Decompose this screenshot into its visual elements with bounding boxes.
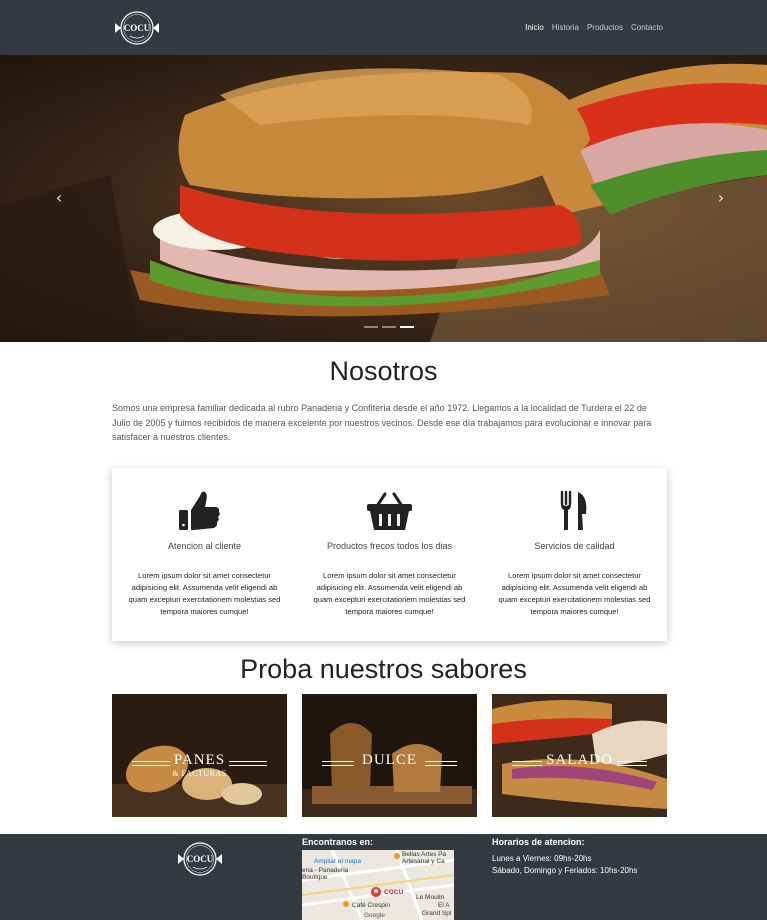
hero-sandwich-image [0,63,767,342]
embedded-map[interactable]: Ampliar el mapa Bellas Artes Pa Artesana… [302,850,454,920]
navbar: COCU Inicio Historia Productos Contacto [0,0,767,55]
sabores-title: Proba nuestros sabores [240,654,527,684]
hours-heading: Horarios de atencion: [492,837,585,847]
nav-inicio[interactable]: Inicio [525,23,544,32]
tile-label: PANES [173,752,226,768]
hero-carousel: ‹ › [0,55,767,342]
map-place: Bellas Artes Pa [402,851,447,858]
feature-text: Lorem ipsum dolor sit amet consectetur a… [128,571,281,616]
svg-text:COCU: COCU [124,23,151,33]
map-place: Café Crespin [352,902,390,909]
footer-logo[interactable]: COCU [178,841,222,877]
hours-weekends: Sábado, Domingo y Feriados: 10hs-20hs [492,866,638,875]
features-card: Atencion al cliente Lorem ipsum dolor si… [112,468,667,641]
map-enlarge-link[interactable]: Ampliar el mapa [314,858,361,865]
thumbs-up-icon [179,491,220,530]
tile-label: DULCE [362,752,417,768]
google-attribution: Google [364,912,385,919]
hours-weekdays: Lunes a Viernes: 09hs-20hs [492,854,592,863]
carousel-indicator-3[interactable] [400,326,414,328]
tile-label: SALADO [546,752,613,768]
carousel-indicators [364,326,414,328]
about-title: Nosotros [329,356,438,386]
tile-salado[interactable]: SALADO [492,694,667,817]
carousel-next-button[interactable]: › [712,189,730,207]
shopping-basket-icon [367,492,412,530]
nav-contacto[interactable]: Contacto [631,23,663,32]
svg-text:COCU: COCU [187,854,214,864]
map-place: Grand Spl [422,910,452,917]
hours-list: Lunes a Viernes: 09hs-20hs Sábado, Domin… [492,853,637,877]
map-place: Boutique [302,874,328,881]
feature-text: Lorem ipsum dolor sit amet consectetur a… [498,571,651,616]
nav-historia[interactable]: Historia [552,23,579,32]
nav-menu: Inicio Historia Productos Contacto [525,23,663,32]
feature-text: Lorem ipsum dolor sit amet consectetur a… [313,571,466,616]
feature-productos: Productos frecos todos los dias Lorem ip… [297,468,482,641]
feature-servicios: Servicios de calidad Lorem ipsum dolor s… [482,468,667,641]
feature-title: Productos frecos todos los dias [326,541,453,551]
tile-sublabel: & FACTURAS [172,769,227,778]
nav-productos[interactable]: Productos [587,23,623,32]
map-heading: Encontranos en: [302,837,374,847]
utensils-icon [560,490,587,530]
about-text: Somos una empresa familiar dedicada al r… [112,403,652,442]
footer: COCU Encontranos en: Ampliar el mapa Bel… [0,834,767,920]
carousel-indicator-1[interactable] [364,326,378,328]
map-place: El A [438,902,450,909]
tile-panes[interactable]: PANES & FACTURAS [112,694,287,817]
feature-title: Atencion al cliente [167,541,242,551]
feature-title: Servicios de calidad [534,541,615,551]
feature-atencion: Atencion al cliente Lorem ipsum dolor si… [112,468,297,641]
map-place-cocu: COCU [384,889,404,896]
map-place: ena - Panaderia [302,867,349,874]
carousel-indicator-2[interactable] [382,326,396,328]
map-place: Artesanal y Ca [402,858,445,865]
carousel-prev-button[interactable]: ‹ [50,189,68,207]
map-place: Le Moulin [416,894,445,901]
tile-dulce[interactable]: DULCE [302,694,477,817]
brand-logo[interactable]: COCU [114,10,160,46]
